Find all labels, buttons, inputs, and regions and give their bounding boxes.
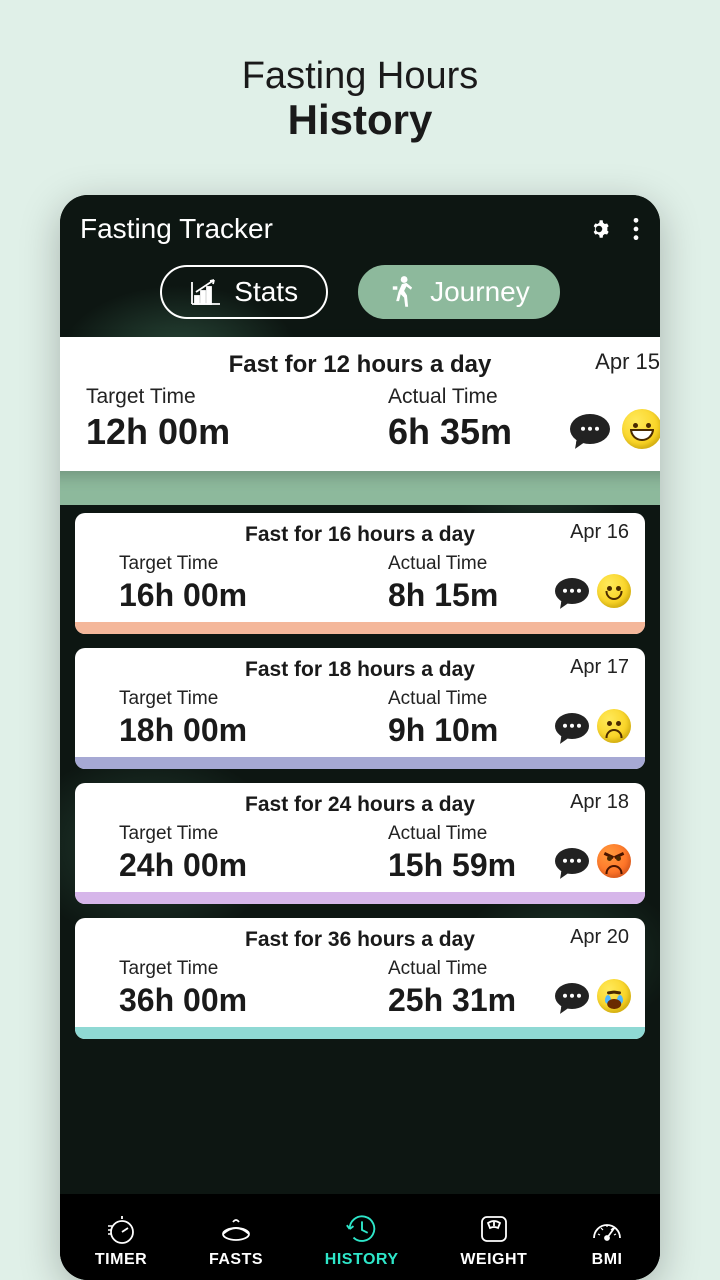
actual-label: Actual Time: [388, 553, 629, 575]
mood-row: [555, 844, 631, 878]
comment-icon[interactable]: [555, 578, 589, 604]
comment-icon[interactable]: [555, 848, 589, 874]
actual-label: Actual Time: [388, 958, 629, 980]
nav-history[interactable]: HISTORY: [325, 1211, 399, 1269]
phone-frame: Fasting Tracker Stats: [60, 195, 660, 1280]
tab-journey-label: Journey: [430, 276, 530, 308]
app-title: Fasting Tracker: [80, 213, 273, 245]
mood-smile-icon[interactable]: [597, 574, 631, 608]
entry-title: Fast for 12 hours a day: [60, 351, 660, 379]
entry-date: Apr 17: [570, 656, 629, 679]
target-value: 36h 00m: [119, 982, 360, 1019]
target-label: Target Time: [86, 385, 360, 409]
page-title-line1: Fasting Hours: [0, 55, 720, 98]
target-value: 18h 00m: [119, 712, 360, 749]
timer-icon: [103, 1211, 139, 1247]
stats-icon: [190, 278, 222, 306]
card-stripe: [75, 1027, 645, 1039]
actual-label: Actual Time: [388, 823, 629, 845]
history-icon: [344, 1211, 380, 1247]
target-value: 24h 00m: [119, 847, 360, 884]
walk-icon: [388, 275, 418, 309]
target-col: Target Time 24h 00m: [91, 823, 360, 884]
actual-label: Actual Time: [388, 688, 629, 710]
bottom-nav: TIMER FASTS HISTORY: [60, 1194, 660, 1280]
times-row: Target Time 16h 00m Actual Time 8h 15m: [91, 553, 629, 614]
target-value: 12h 00m: [86, 411, 360, 453]
nav-history-label: HISTORY: [325, 1251, 399, 1269]
nav-weight-label: WEIGHT: [460, 1251, 527, 1269]
nav-timer[interactable]: TIMER: [95, 1211, 147, 1269]
mood-frown-icon[interactable]: [597, 709, 631, 743]
weight-icon: [476, 1211, 512, 1247]
history-entry[interactable]: Fast for 36 hours a day Apr 20 Target Ti…: [75, 918, 645, 1039]
history-list: Fast for 16 hours a day Apr 16 Target Ti…: [60, 505, 660, 1039]
target-col: Target Time 36h 00m: [91, 958, 360, 1019]
history-entry[interactable]: Fast for 18 hours a day Apr 17 Target Ti…: [75, 648, 645, 769]
history-entry-featured[interactable]: Fast for 12 hours a day Apr 15 Target Ti…: [60, 337, 660, 471]
mood-grin-icon[interactable]: [622, 409, 660, 449]
entry-title: Fast for 24 hours a day: [91, 793, 629, 817]
nav-weight[interactable]: WEIGHT: [460, 1211, 527, 1269]
comment-icon[interactable]: [570, 414, 610, 444]
entry-title: Fast for 18 hours a day: [91, 658, 629, 682]
entry-title: Fast for 36 hours a day: [91, 928, 629, 952]
mood-cry-icon[interactable]: [597, 979, 631, 1013]
entry-date: Apr 16: [570, 521, 629, 544]
nav-fasts[interactable]: FASTS: [209, 1211, 263, 1269]
bmi-icon: [589, 1211, 625, 1247]
comment-icon[interactable]: [555, 983, 589, 1009]
mood-row: [570, 409, 660, 449]
mood-row: [555, 709, 631, 743]
mood-row: [555, 574, 631, 608]
mood-row: [555, 979, 631, 1013]
history-entry[interactable]: Fast for 16 hours a day Apr 16 Target Ti…: [75, 513, 645, 634]
card-stripe: [75, 622, 645, 634]
page-header: Fasting Hours History: [0, 0, 720, 144]
header-icons: [586, 216, 640, 242]
target-value: 16h 00m: [119, 577, 360, 614]
entry-title: Fast for 16 hours a day: [91, 523, 629, 547]
card-stripe: [75, 892, 645, 904]
nav-bmi-label: BMI: [592, 1251, 623, 1269]
nav-timer-label: TIMER: [95, 1251, 147, 1269]
nav-fasts-label: FASTS: [209, 1251, 263, 1269]
target-label: Target Time: [119, 823, 360, 845]
tab-journey[interactable]: Journey: [358, 265, 560, 319]
fasts-icon: [218, 1211, 254, 1247]
comment-icon[interactable]: [555, 713, 589, 739]
target-col: Target Time 18h 00m: [91, 688, 360, 749]
tab-stats[interactable]: Stats: [160, 265, 328, 319]
times-row: Target Time 18h 00m Actual Time 9h 10m: [91, 688, 629, 749]
target-label: Target Time: [119, 688, 360, 710]
gear-icon[interactable]: [586, 216, 612, 242]
nav-bmi[interactable]: BMI: [589, 1211, 625, 1269]
page-title-line2: History: [0, 96, 720, 144]
times-row: Target Time 24h 00m Actual Time 15h 59m: [91, 823, 629, 884]
entry-date: Apr 18: [570, 791, 629, 814]
more-icon[interactable]: [632, 216, 640, 242]
target-label: Target Time: [119, 553, 360, 575]
target-col: Target Time 12h 00m: [60, 385, 360, 453]
entry-date: Apr 15: [595, 349, 660, 375]
target-label: Target Time: [119, 958, 360, 980]
tab-stats-label: Stats: [234, 276, 298, 308]
app-header: Fasting Tracker: [60, 195, 660, 257]
card-stripe: [75, 757, 645, 769]
featured-banner: Fast for 12 hours a day Apr 15 Target Ti…: [60, 337, 660, 505]
actual-label: Actual Time: [388, 385, 660, 409]
mood-angry-icon[interactable]: [597, 844, 631, 878]
target-col: Target Time 16h 00m: [91, 553, 360, 614]
tabs-row: Stats Journey: [60, 257, 660, 337]
history-entry[interactable]: Fast for 24 hours a day Apr 18 Target Ti…: [75, 783, 645, 904]
entry-date: Apr 20: [570, 926, 629, 949]
times-row: Target Time 36h 00m Actual Time 25h 31m: [91, 958, 629, 1019]
